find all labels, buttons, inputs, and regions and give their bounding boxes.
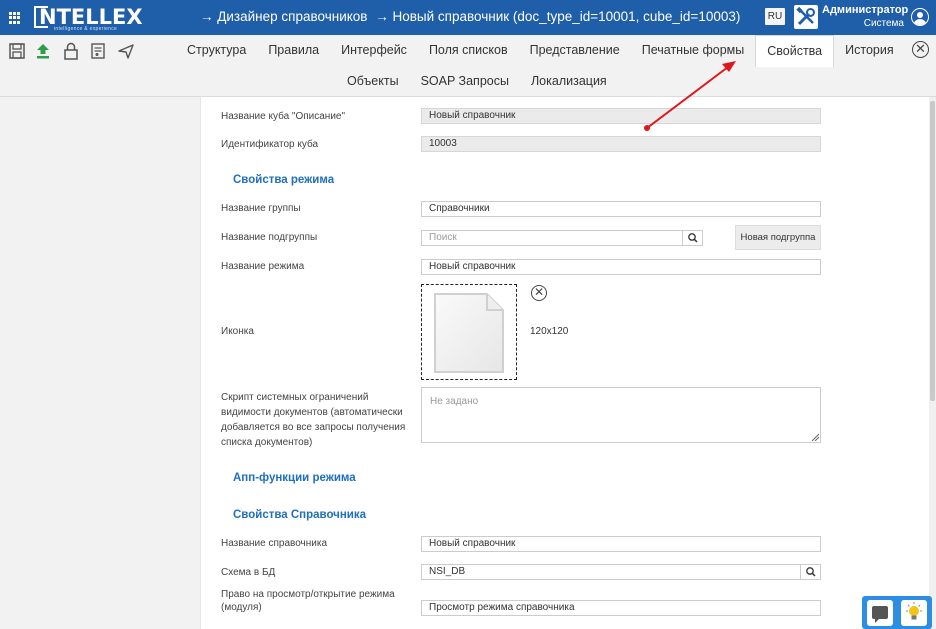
schema-field[interactable]: NSI_DB xyxy=(421,564,821,580)
tab-list-fields[interactable]: Поля списков xyxy=(418,35,519,66)
tabs-primary: Структура Правила Интерфейс Поля списков… xyxy=(176,35,905,67)
lock-icon[interactable] xyxy=(62,42,80,60)
icon-size: 120x120 xyxy=(530,326,569,337)
tab-view[interactable]: Представление xyxy=(519,35,631,66)
toolbar: Структура Правила Интерфейс Поля списков… xyxy=(0,35,936,97)
tools-icon[interactable] xyxy=(794,5,818,29)
ref-name-label: Название справочника xyxy=(221,538,328,549)
reference-section-title: Свойства Справочника xyxy=(233,509,367,521)
user-name: Администратор xyxy=(822,4,909,16)
new-subgroup-button[interactable]: Новая подгруппа xyxy=(735,225,821,250)
tab-interface[interactable]: Интерфейс xyxy=(330,35,418,66)
scrollbar-thumb[interactable] xyxy=(930,101,935,401)
cube-desc-field: Новый справочник xyxy=(421,108,821,124)
mode-name-field[interactable]: Новый справочник xyxy=(421,259,821,275)
subgroup-label: Название подгруппы xyxy=(221,232,318,243)
group-label: Название группы xyxy=(221,203,301,214)
user-role: Система xyxy=(863,18,904,29)
breadcrumb-designer[interactable]: → Дизайнер справочников xyxy=(200,9,367,24)
subgroup-search-input[interactable]: Поиск xyxy=(421,230,703,246)
publish-icon[interactable] xyxy=(34,42,52,60)
icon-label: Иконка xyxy=(221,326,254,337)
tab-rules[interactable]: Правила xyxy=(257,35,330,66)
properties-form: Название куба "Описание" Новый справочни… xyxy=(200,97,929,629)
tab-history[interactable]: История xyxy=(834,35,904,66)
send-icon[interactable] xyxy=(117,42,135,60)
right-label: Право на просмотр/открытие режима (модул… xyxy=(221,589,395,613)
subgroup-placeholder: Поиск xyxy=(429,232,457,243)
tab-structure[interactable]: Структура xyxy=(176,35,257,66)
person-icon[interactable] xyxy=(911,8,929,26)
resize-grip-icon[interactable] xyxy=(811,433,819,441)
group-field[interactable]: Справочники xyxy=(421,201,821,217)
icon-dropzone[interactable] xyxy=(421,284,517,380)
cube-id-label: Идентификатор куба xyxy=(221,139,319,150)
chat-icon[interactable] xyxy=(867,600,893,626)
scrollbar[interactable] xyxy=(929,97,936,629)
language-button[interactable]: RU xyxy=(765,8,785,25)
schema-value: NSI_DB xyxy=(429,566,466,577)
breadcrumb: → Дизайнер справочников → Новый справочн… xyxy=(200,9,744,24)
user-info[interactable]: Администратор Система xyxy=(822,4,909,30)
remove-icon-button[interactable]: ✕ xyxy=(531,285,547,301)
tab-objects[interactable]: Объекты xyxy=(336,67,410,96)
apps-grid-icon[interactable] xyxy=(9,12,21,24)
cube-id-field: 10003 xyxy=(421,136,821,152)
tab-soap-requests[interactable]: SOAP Запросы xyxy=(410,67,520,96)
save-icon[interactable] xyxy=(8,42,26,60)
lightbulb-icon[interactable] xyxy=(901,600,927,626)
tab-print-forms[interactable]: Печатные формы xyxy=(631,35,756,66)
helper-widgets xyxy=(862,596,932,629)
schema-label: Схема в БД xyxy=(221,567,276,578)
tab-properties[interactable]: Свойства xyxy=(755,35,835,67)
script-label: Скрипт системных ограничений видимости д… xyxy=(221,392,406,448)
tab-localization[interactable]: Локализация xyxy=(520,67,618,96)
script-textarea[interactable]: Не задано xyxy=(421,387,821,443)
mode-section-title: Свойства режима xyxy=(233,174,335,186)
top-bar: NTELLEX intelligence & experience → Диза… xyxy=(0,0,936,35)
document-icon xyxy=(434,293,504,373)
document-card-icon[interactable] xyxy=(89,42,107,60)
search-icon[interactable] xyxy=(800,564,820,580)
script-placeholder: Не задано xyxy=(430,396,479,407)
app-functions-section-title: Апп-функции режима xyxy=(233,472,356,484)
cube-desc-label: Название куба "Описание" xyxy=(221,111,346,122)
close-icon[interactable]: ✕ xyxy=(912,41,929,58)
ref-name-field[interactable]: Новый справочник xyxy=(421,536,821,552)
mode-name-label: Название режима xyxy=(221,261,305,272)
right-field[interactable]: Просмотр режима справочника xyxy=(421,600,821,616)
tabs-secondary: Объекты SOAP Запросы Локализация xyxy=(336,67,618,96)
search-icon[interactable] xyxy=(682,230,702,246)
breadcrumb-current: → Новый справочник (doc_type_id=10001, c… xyxy=(375,9,741,24)
